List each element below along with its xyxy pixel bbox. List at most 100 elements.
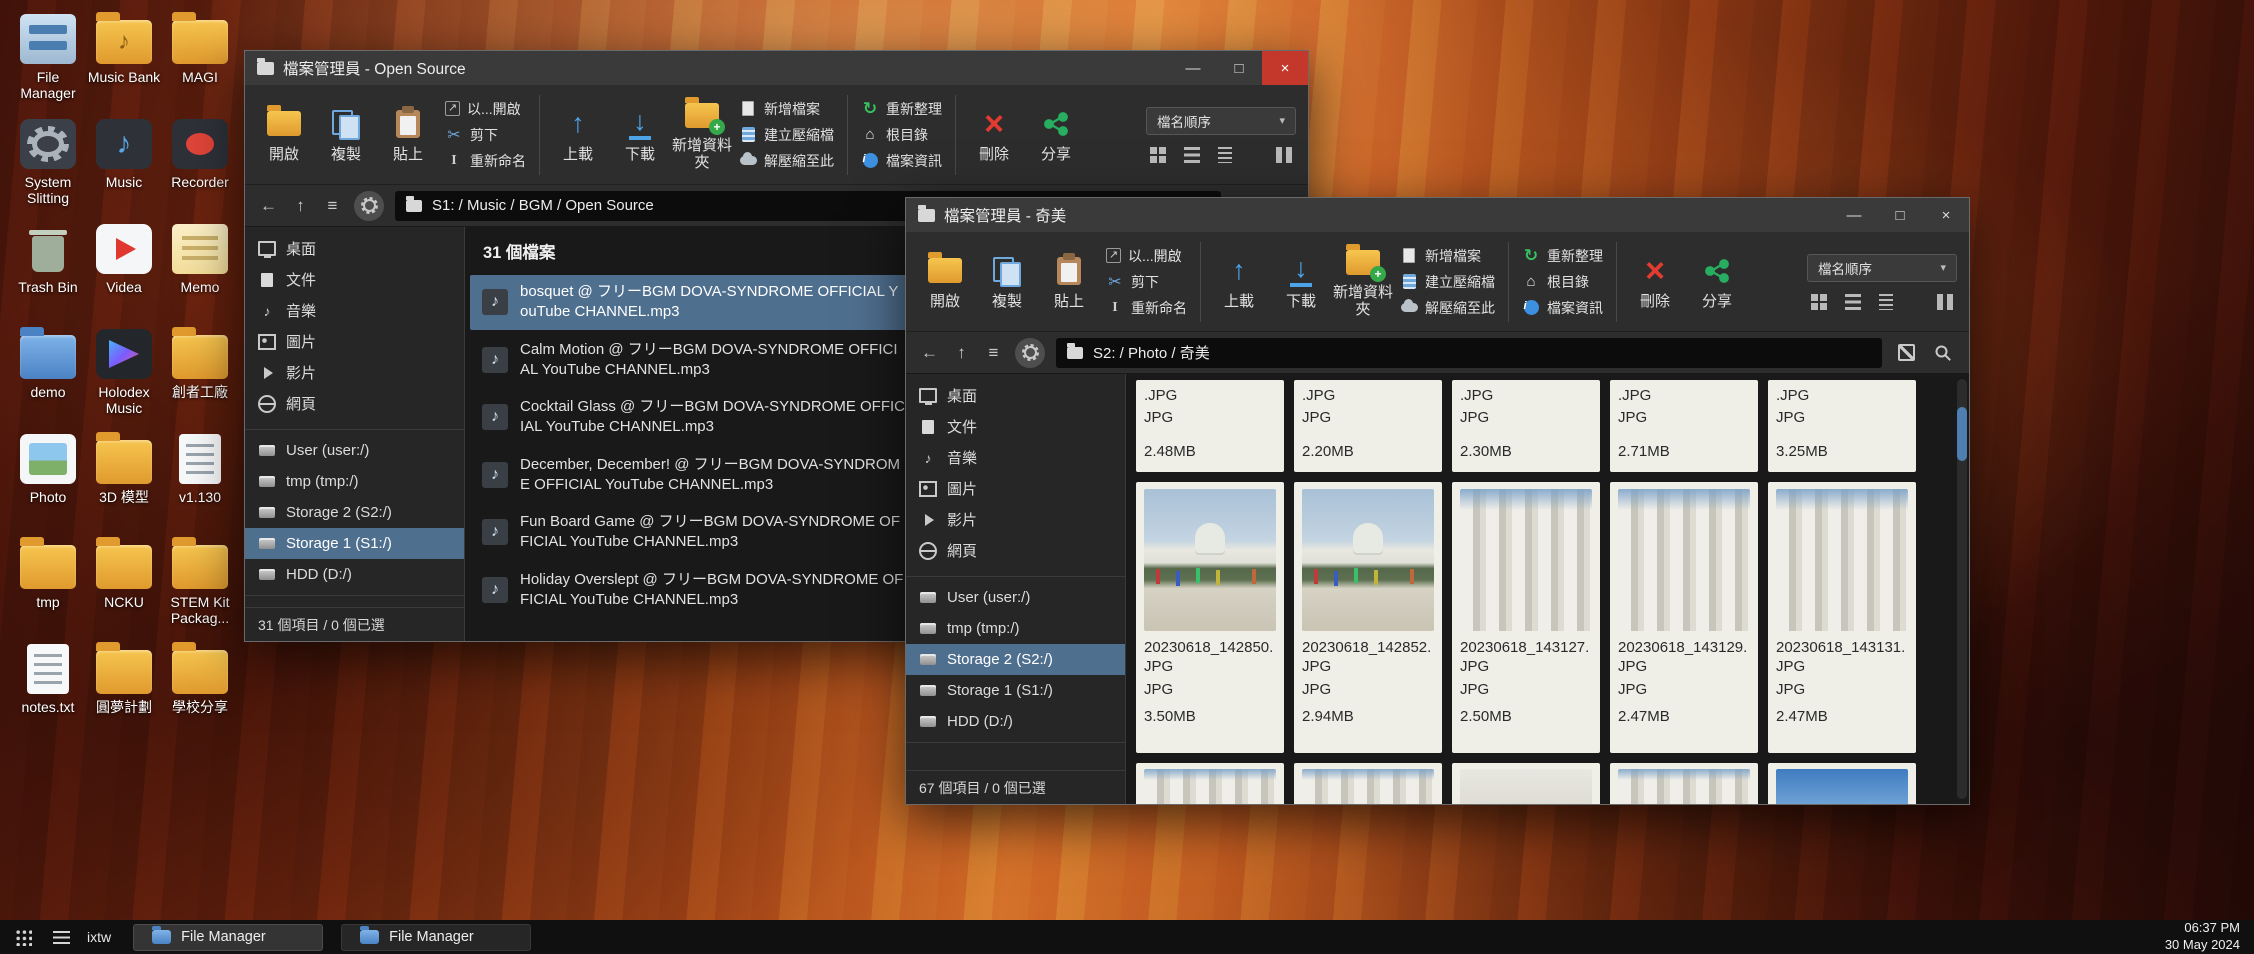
app-launcher-button[interactable] bbox=[9, 923, 37, 951]
desktop-icon[interactable]: tmp bbox=[10, 539, 86, 634]
photo-cell[interactable]: 20230618_143129.JPG JPG 2.47MB bbox=[1610, 482, 1758, 753]
taskbar-task-button[interactable]: File Manager bbox=[133, 924, 323, 951]
desktop-icon[interactable]: Music Bank bbox=[86, 14, 162, 109]
up-button[interactable]: ↑ bbox=[951, 343, 972, 363]
menu-button[interactable]: ≡ bbox=[322, 196, 343, 216]
sidebar-place-item[interactable]: 文件 bbox=[906, 411, 1125, 442]
view-compact-button[interactable] bbox=[1879, 294, 1893, 310]
sidebar-drive-item[interactable]: Storage 1 (S1:/) bbox=[906, 675, 1125, 706]
up-button[interactable]: ↑ bbox=[290, 196, 311, 216]
minimize-button[interactable]: — bbox=[1831, 198, 1877, 232]
close-button[interactable]: × bbox=[1262, 51, 1308, 85]
share-button[interactable]: 分享 bbox=[1686, 238, 1748, 326]
sidebar-drive-item[interactable]: HDD (D:/) bbox=[906, 706, 1125, 737]
rename-button[interactable]: I 重新命名 bbox=[1106, 298, 1187, 318]
photo-cell[interactable]: 20230618_143131.JPG JPG 2.47MB bbox=[1768, 482, 1916, 753]
open-button[interactable]: 開啟 bbox=[253, 91, 315, 179]
minimize-button[interactable]: — bbox=[1170, 51, 1216, 85]
upload-button[interactable]: ↑ 上載 bbox=[1208, 238, 1270, 326]
photo-cell-clipped[interactable] bbox=[1136, 763, 1284, 804]
desktop-icon[interactable]: Photo bbox=[10, 434, 86, 529]
desktop-icon[interactable]: 創者工廠 bbox=[162, 329, 238, 424]
photo-cell[interactable]: 20230618_143127.JPG JPG 2.50MB bbox=[1452, 482, 1600, 753]
create-archive-button[interactable]: 建立壓縮檔 bbox=[739, 125, 834, 145]
taskbar-task-button[interactable]: File Manager bbox=[341, 924, 531, 951]
photo-cell-partial[interactable]: .JPG JPG 2.71MB bbox=[1610, 380, 1758, 472]
rename-button[interactable]: I 重新命名 bbox=[445, 151, 526, 171]
new-folder-button[interactable]: 新增資料夾 bbox=[671, 91, 733, 179]
sidebar-place-item[interactable]: 影片 bbox=[906, 504, 1125, 535]
extract-here-button[interactable]: 解壓縮至此 bbox=[739, 151, 834, 171]
scrollbar[interactable] bbox=[1957, 379, 1967, 799]
desktop-icon[interactable]: Music bbox=[86, 119, 162, 214]
photo-cell-clipped[interactable] bbox=[1452, 763, 1600, 804]
view-columns-button[interactable] bbox=[1937, 294, 1953, 310]
menu-button[interactable]: ≡ bbox=[983, 343, 1004, 363]
new-folder-button[interactable]: 新增資料夾 bbox=[1332, 238, 1394, 326]
desktop-icon[interactable]: Holodex Music bbox=[86, 329, 162, 424]
upload-button[interactable]: ↑ 上載 bbox=[547, 91, 609, 179]
extract-here-button[interactable]: 解壓縮至此 bbox=[1400, 298, 1495, 318]
sidebar-drive-item[interactable]: tmp (tmp:/) bbox=[245, 466, 464, 497]
desktop-icon[interactable]: Memo bbox=[162, 224, 238, 319]
desktop-icon[interactable]: 圓夢計劃 bbox=[86, 644, 162, 739]
titlebar[interactable]: 檔案管理員 - Open Source — □ × bbox=[245, 51, 1308, 85]
delete-button[interactable]: × 刪除 bbox=[963, 91, 1025, 179]
desktop-icon[interactable]: Videa bbox=[86, 224, 162, 319]
view-list-button[interactable] bbox=[1845, 294, 1861, 310]
copy-button[interactable]: 複製 bbox=[315, 91, 377, 179]
desktop-icon[interactable]: Recorder bbox=[162, 119, 238, 214]
download-button[interactable]: ↓ 下載 bbox=[609, 91, 671, 179]
sidebar-place-item[interactable]: 網頁 bbox=[906, 535, 1125, 566]
close-button[interactable]: × bbox=[1923, 198, 1969, 232]
photo-cell-clipped[interactable] bbox=[1294, 763, 1442, 804]
sidebar-drive-item[interactable]: Storage 2 (S2:/) bbox=[906, 644, 1125, 675]
view-columns-button[interactable] bbox=[1276, 147, 1292, 163]
search-button[interactable] bbox=[1930, 344, 1956, 362]
sidebar-place-item[interactable]: 音樂 bbox=[245, 295, 464, 326]
file-info-button[interactable]: i 檔案資訊 bbox=[861, 151, 942, 171]
desktop-icon[interactable]: STEM Kit Packag... bbox=[162, 539, 238, 634]
new-file-button[interactable]: 新增檔案 bbox=[739, 99, 834, 119]
view-grid-button[interactable] bbox=[1811, 294, 1827, 310]
photo-cell-partial[interactable]: .JPG JPG 2.20MB bbox=[1294, 380, 1442, 472]
clock[interactable]: 06:37 PM 30 May 2024 bbox=[2165, 920, 2240, 954]
open-button[interactable]: 開啟 bbox=[914, 238, 976, 326]
delete-button[interactable]: × 刪除 bbox=[1624, 238, 1686, 326]
sidebar-place-item[interactable]: 影片 bbox=[245, 357, 464, 388]
open-with-button[interactable]: ↗ 以...開啟 bbox=[1106, 246, 1187, 266]
sidebar-place-item[interactable]: 圖片 bbox=[245, 326, 464, 357]
photo-cell[interactable]: 20230618_142850.JPG JPG 3.50MB bbox=[1136, 482, 1284, 753]
paste-button[interactable]: 貼上 bbox=[1038, 238, 1100, 326]
sidebar-drive-item[interactable]: User (user:/) bbox=[906, 582, 1125, 613]
desktop-icon[interactable]: 3D 模型 bbox=[86, 434, 162, 529]
sidebar-place-item[interactable]: 桌面 bbox=[245, 233, 464, 264]
edit-path-button[interactable] bbox=[1893, 344, 1919, 361]
root-directory-button[interactable]: ⌂ 根目錄 bbox=[1522, 272, 1603, 292]
root-directory-button[interactable]: ⌂ 根目錄 bbox=[861, 125, 942, 145]
view-compact-button[interactable] bbox=[1218, 147, 1232, 163]
sort-order-dropdown[interactable]: 檔名順序 ▾ bbox=[1146, 107, 1296, 135]
sidebar-drive-item[interactable]: Storage 2 (S2:/) bbox=[245, 497, 464, 528]
task-list-button[interactable] bbox=[47, 923, 75, 951]
refresh-button[interactable]: ↻ 重新整理 bbox=[861, 99, 942, 119]
desktop-icon[interactable]: Trash Bin bbox=[10, 224, 86, 319]
file-info-button[interactable]: i 檔案資訊 bbox=[1522, 298, 1603, 318]
refresh-button[interactable]: ↻ 重新整理 bbox=[1522, 246, 1603, 266]
sidebar-place-item[interactable]: 網頁 bbox=[245, 388, 464, 419]
sidebar-drive-item[interactable]: User (user:/) bbox=[245, 435, 464, 466]
sidebar-place-item[interactable]: 桌面 bbox=[906, 380, 1125, 411]
sidebar-drive-item[interactable]: Storage 1 (S1:/) bbox=[245, 528, 464, 559]
create-archive-button[interactable]: 建立壓縮檔 bbox=[1400, 272, 1495, 292]
download-button[interactable]: ↓ 下載 bbox=[1270, 238, 1332, 326]
sort-order-dropdown[interactable]: 檔名順序 ▾ bbox=[1807, 254, 1957, 282]
photo-cell-partial[interactable]: .JPG JPG 2.48MB bbox=[1136, 380, 1284, 472]
desktop-icon[interactable]: MAGI bbox=[162, 14, 238, 109]
titlebar[interactable]: 檔案管理員 - 奇美 — □ × bbox=[906, 198, 1969, 232]
view-list-button[interactable] bbox=[1184, 147, 1200, 163]
sidebar-drive-item[interactable]: tmp (tmp:/) bbox=[906, 613, 1125, 644]
cut-button[interactable]: ✂ 剪下 bbox=[1106, 272, 1187, 292]
desktop-icon[interactable]: notes.txt bbox=[10, 644, 86, 739]
photo-cell-partial[interactable]: .JPG JPG 2.30MB bbox=[1452, 380, 1600, 472]
sidebar-drive-item[interactable]: HDD (D:/) bbox=[245, 559, 464, 590]
